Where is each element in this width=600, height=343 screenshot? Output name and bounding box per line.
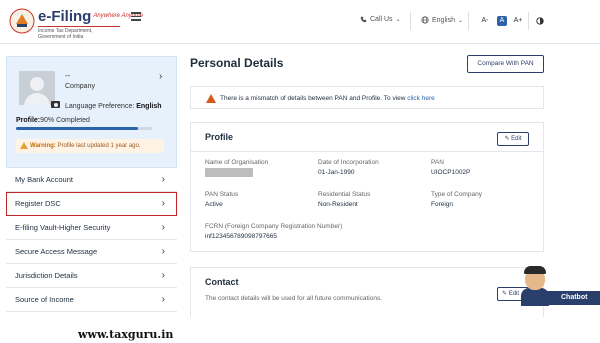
brand-subtitle: Income Tax Department, Government of Ind… <box>38 26 120 40</box>
sidebar-item-label: My Bank Account <box>15 175 73 184</box>
section-title: Contact <box>205 277 239 287</box>
pan-label: PAN <box>431 159 444 166</box>
chevron-down-icon: ⌄ <box>457 17 463 24</box>
chatbot-widget[interactable]: Chatbot <box>521 266 600 306</box>
profile-warning: Warning: Profile last updated 1 year ago… <box>16 139 164 153</box>
sidebar-item-label: Register DSC <box>15 199 61 208</box>
chatbot-avatar-hair <box>524 266 546 274</box>
language-label: English <box>432 16 455 24</box>
font-default-button[interactable]: A <box>497 16 507 26</box>
edit-profile-button[interactable]: ✎ Edit <box>497 132 529 146</box>
sidebar-item-my-bank-account[interactable]: My Bank Account › <box>6 168 177 192</box>
page-title: Personal Details <box>190 56 284 70</box>
call-us-dropdown[interactable]: Call Us ⌄ <box>360 16 401 23</box>
warning-icon <box>206 94 216 103</box>
edit-icon: ✎ <box>504 136 510 142</box>
fcrn-label: FCRN (Foreign Company Registration Numbe… <box>205 223 343 230</box>
globe-icon <box>421 16 429 24</box>
sidebar: -- Company › Language Preference: Englis… <box>6 56 177 316</box>
brand-title: e-Filing <box>38 8 92 25</box>
top-header: e-Filing Anywhere Anytime Income Tax Depa… <box>0 0 600 44</box>
residential-status-value: Non-Resident <box>318 201 358 208</box>
company-type-value: Foreign <box>431 201 454 208</box>
sidebar-menu: My Bank Account › Register DSC › E-filing … <box>6 168 177 312</box>
call-us-label: Call Us <box>370 16 393 23</box>
phone-icon <box>360 16 367 23</box>
profile-summary-card: -- Company › Language Preference: Englis… <box>6 56 177 168</box>
residential-status-label: Residential Status <box>318 191 371 198</box>
watermark-text: www.taxguru.in <box>78 328 174 341</box>
progress-fill <box>16 127 139 130</box>
contrast-icon[interactable] <box>536 17 544 25</box>
chevron-right-icon: › <box>161 174 165 185</box>
font-decrease-button[interactable]: A- <box>480 16 490 26</box>
profile-completion-label: Profile:90% Completed <box>16 117 90 124</box>
divider <box>191 151 543 152</box>
chevron-right-icon[interactable]: › <box>159 71 162 82</box>
hamburger-menu-icon[interactable] <box>131 12 141 21</box>
profile-progress-bar <box>16 127 152 130</box>
incorporation-date-label: Date of Incorporation <box>318 159 379 166</box>
sidebar-item-label: E-filing Vault-Higher Security <box>15 223 111 232</box>
language-preference: Language Preference: English <box>65 103 162 110</box>
emblem-logo-icon[interactable] <box>9 8 35 34</box>
chevron-right-icon: › <box>161 270 165 281</box>
warning-icon <box>20 142 28 149</box>
org-name-label: Name of Organisation <box>205 159 269 166</box>
chatbot-button[interactable]: Chatbot <box>541 291 600 305</box>
pan-status-value: Active <box>205 201 223 208</box>
mismatch-alert: There is a mismatch of details between P… <box>190 86 544 109</box>
avatar <box>19 71 55 105</box>
chevron-right-icon: › <box>161 222 165 233</box>
alert-text: There is a mismatch of details between P… <box>220 95 406 102</box>
sidebar-item-label: Source of Income <box>15 295 74 304</box>
pan-status-label: PAN Status <box>205 191 239 198</box>
edit-icon: ✎ <box>502 291 508 297</box>
section-title: Profile <box>205 132 234 142</box>
contact-section: Contact The contact details will be used… <box>190 267 544 317</box>
sidebar-item-jurisdiction-details[interactable]: Jurisdiction Details › <box>6 264 177 288</box>
camera-icon[interactable] <box>51 101 60 108</box>
divider <box>410 12 411 30</box>
click-here-link[interactable]: click here <box>407 95 434 102</box>
sidebar-item-efiling-vault[interactable]: E-filing Vault-Higher Security › <box>6 216 177 240</box>
chevron-right-icon: › <box>161 294 165 305</box>
fcrn-value: inf123456789098797665 <box>205 233 277 240</box>
company-type-label: Type of Company <box>431 191 482 198</box>
chevron-down-icon: ⌄ <box>395 17 401 23</box>
profile-name: -- <box>65 71 71 80</box>
language-dropdown[interactable]: English ⌄ <box>421 16 463 24</box>
font-increase-button[interactable]: A+ <box>513 16 523 26</box>
pan-value: UIOCP1002P <box>431 169 471 176</box>
org-name-value-masked <box>205 168 253 177</box>
profile-type: Company <box>65 83 95 90</box>
sidebar-item-label: Jurisdiction Details <box>15 271 78 280</box>
divider <box>468 12 469 30</box>
chevron-right-icon: › <box>161 198 165 209</box>
brand[interactable]: e-Filing Anywhere Anytime Income Tax Depa… <box>38 9 143 40</box>
sidebar-item-source-of-income[interactable]: Source of Income › <box>6 288 177 312</box>
compare-with-pan-button[interactable]: Compare With PAN <box>467 55 544 73</box>
sidebar-item-register-dsc[interactable]: Register DSC › <box>6 192 177 216</box>
contact-description: The contact details will be used for all… <box>205 295 383 302</box>
sidebar-item-secure-access-message[interactable]: Secure Access Message › <box>6 240 177 264</box>
profile-section: Profile ✎ Edit Name of Organisation Date… <box>190 122 544 252</box>
incorporation-date-value: 01-Jan-1990 <box>318 169 355 176</box>
sidebar-item-label: Secure Access Message <box>15 247 98 256</box>
chevron-right-icon: › <box>161 246 165 257</box>
divider <box>528 12 529 30</box>
